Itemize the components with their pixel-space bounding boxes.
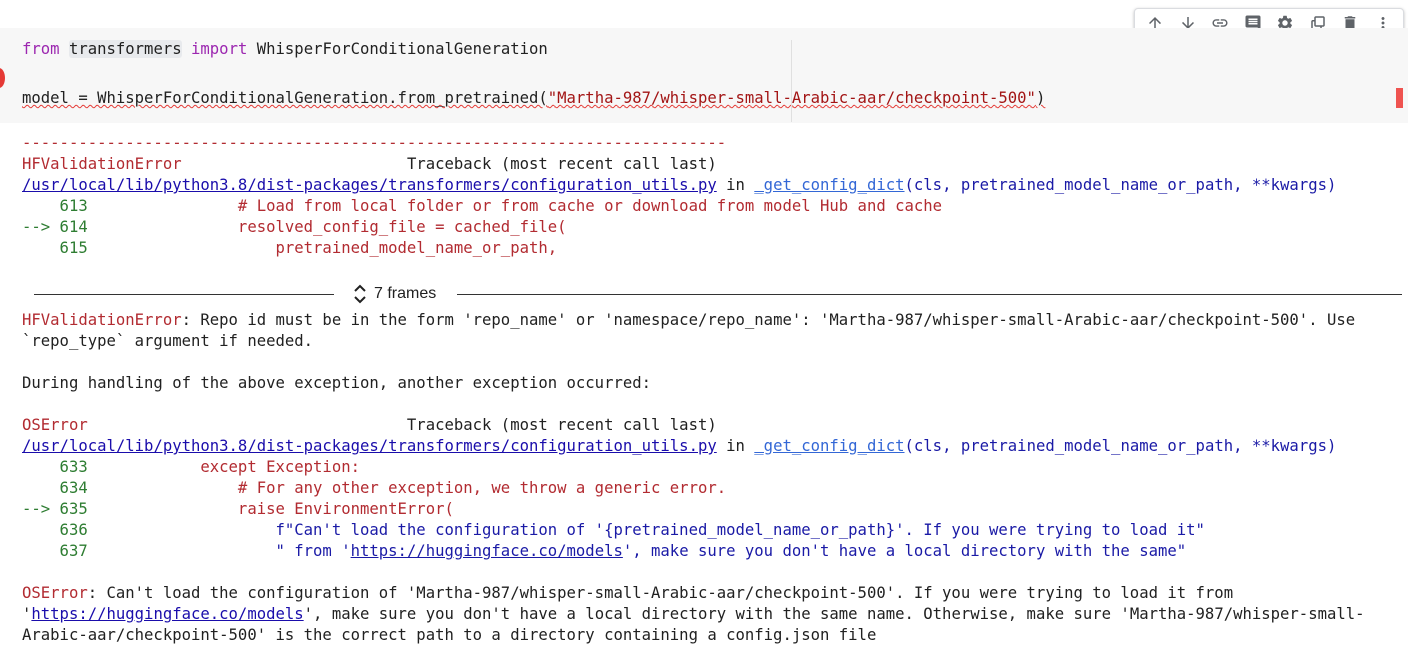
traceback-line: 637 " from 'https://huggingface.co/model… bbox=[22, 541, 1187, 562]
error-text: : Repo id must be in the form 'repo_name… bbox=[181, 311, 1356, 329]
code-line-1[interactable]: from transformers import WhisperForCondi… bbox=[22, 39, 548, 60]
error-name: OSError bbox=[22, 416, 88, 434]
code-assign: model = WhisperForConditionalGeneration.… bbox=[22, 89, 548, 107]
traceback-line: --> 614 resolved_config_file = cached_fi… bbox=[22, 217, 567, 238]
traceback-line: 613 # Load from local folder or from cac… bbox=[22, 196, 943, 217]
function-args: (cls, pretrained_model_name_or_path, **k… bbox=[904, 437, 1337, 455]
line-number: 636 bbox=[22, 521, 88, 539]
line-number: 637 bbox=[22, 542, 88, 560]
expand-frames-toggle[interactable]: 7 frames bbox=[352, 282, 436, 306]
module-name: transformers bbox=[68, 40, 182, 58]
traceback-line: 634 # For any other exception, we throw … bbox=[22, 478, 727, 499]
keyword-from: from bbox=[22, 40, 60, 58]
line-length-ruler bbox=[791, 40, 792, 122]
final-error-line-3: Arabic-aar/checkpoint-500' is the correc… bbox=[22, 626, 877, 644]
divider bbox=[457, 294, 1402, 295]
line-code: raise EnvironmentError( bbox=[87, 500, 454, 518]
code-cell[interactable]: from transformers import WhisperForCondi… bbox=[0, 28, 1408, 123]
line-code: pretrained_model_name_or_path, bbox=[87, 239, 558, 257]
traceback-title: Traceback (most recent call last) bbox=[406, 416, 717, 434]
frames-count-label: 7 frames bbox=[374, 285, 437, 302]
line-number: 634 bbox=[22, 479, 88, 497]
scrollbar-error-marker bbox=[1396, 88, 1403, 108]
traceback-title: Traceback (most recent call last) bbox=[406, 155, 717, 173]
traceback-location-2: /usr/local/lib/python3.8/dist-packages/t… bbox=[22, 436, 1336, 457]
code-close-paren: ) bbox=[1035, 89, 1046, 107]
function-link[interactable]: _get_config_dict bbox=[754, 176, 904, 194]
collapsed-frames-bar: 7 frames bbox=[34, 282, 1402, 306]
error-text: : Can't load the configuration of 'Marth… bbox=[87, 584, 1234, 602]
line-number: 613 bbox=[22, 197, 88, 215]
line-code: resolved_config_file = cached_file( bbox=[87, 218, 567, 236]
huggingface-link[interactable]: https://huggingface.co/models bbox=[31, 605, 303, 623]
traceback-location-1: /usr/local/lib/python3.8/dist-packages/t… bbox=[22, 175, 1336, 196]
final-error-line-2: 'https://huggingface.co/models', make su… bbox=[22, 604, 1365, 625]
traceback-line: 636 f"Can't load the configuration of '{… bbox=[22, 520, 1205, 541]
error-text: ', make sure you don't have a local dire… bbox=[303, 605, 1365, 623]
error-text: ' bbox=[22, 605, 32, 623]
traceback-line: 633 except Exception: bbox=[22, 457, 360, 478]
run-error-indicator[interactable] bbox=[0, 68, 5, 88]
traceback-header-2: OSError Traceback (most recent call last… bbox=[22, 415, 717, 436]
code-line-2[interactable]: model = WhisperForConditionalGeneration.… bbox=[22, 88, 1045, 109]
error-name: OSError bbox=[22, 584, 88, 602]
error-name: HFValidationError bbox=[22, 155, 182, 173]
traceback-line: 615 pretrained_model_name_or_path, bbox=[22, 238, 558, 259]
traceback-header-1: HFValidationError Traceback (most recent… bbox=[22, 154, 717, 175]
import-name: WhisperForConditionalGeneration bbox=[256, 40, 548, 58]
line-code: f"Can't load the configuration of '{pret… bbox=[87, 521, 1205, 539]
unfold-icon bbox=[354, 284, 366, 304]
line-number: --> 635 bbox=[22, 500, 88, 518]
error-name: HFValidationError bbox=[22, 311, 182, 329]
line-code: ', make sure you don't have a local dire… bbox=[622, 542, 1187, 560]
line-number: --> 614 bbox=[22, 218, 88, 236]
in-label: in bbox=[726, 176, 745, 194]
divider bbox=[34, 294, 334, 295]
function-link[interactable]: _get_config_dict bbox=[754, 437, 904, 455]
file-path-link[interactable]: /usr/local/lib/python3.8/dist-packages/t… bbox=[22, 437, 717, 455]
error-message-1: HFValidationError: Repo id must be in th… bbox=[22, 310, 1355, 331]
huggingface-link[interactable]: https://huggingface.co/models bbox=[351, 542, 623, 560]
traceback-line: --> 635 raise EnvironmentError( bbox=[22, 499, 454, 520]
function-args: (cls, pretrained_model_name_or_path, **k… bbox=[904, 176, 1337, 194]
line-code: # Load from local folder or from cache o… bbox=[87, 197, 943, 215]
during-handling-text: During handling of the above exception, … bbox=[22, 374, 652, 392]
traceback-separator: ----------------------------------------… bbox=[22, 134, 727, 152]
final-error-line-1: OSError: Can't load the configuration of… bbox=[22, 583, 1233, 604]
line-code: " from ' bbox=[87, 542, 351, 560]
line-code: # For any other exception, we throw a ge… bbox=[87, 479, 727, 497]
keyword-import: import bbox=[191, 40, 248, 58]
in-label: in bbox=[726, 437, 745, 455]
file-path-link[interactable]: /usr/local/lib/python3.8/dist-packages/t… bbox=[22, 176, 717, 194]
line-code: except Exception: bbox=[87, 458, 360, 476]
line-number: 615 bbox=[22, 239, 88, 257]
error-text-continued: `repo_type` argument if needed. bbox=[22, 332, 314, 350]
line-number: 633 bbox=[22, 458, 88, 476]
